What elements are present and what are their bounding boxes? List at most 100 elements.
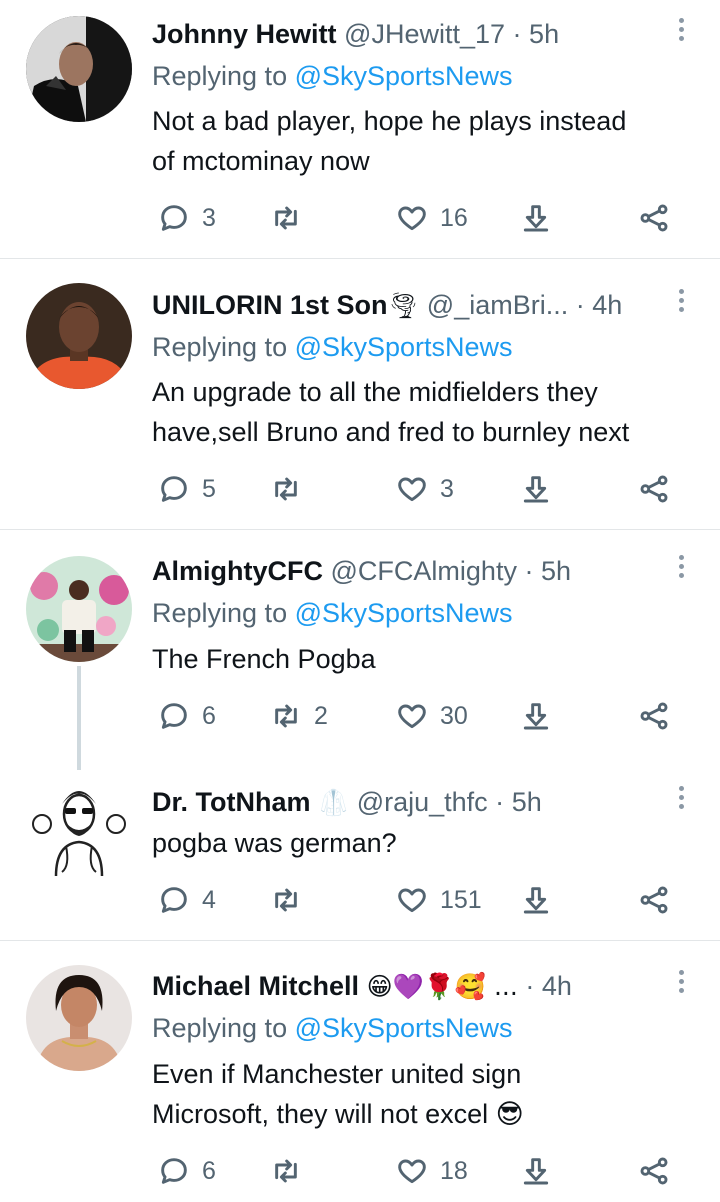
like-icon — [398, 888, 426, 913]
download-button[interactable] — [520, 198, 552, 238]
more-icon[interactable] — [678, 555, 686, 582]
tweet-text: Even if Manchester united sign Microsoft… — [152, 1054, 697, 1134]
like-button[interactable]: 3 — [396, 469, 454, 509]
replying-to: Replying to @SkySportsNews — [152, 56, 513, 96]
display-name[interactable]: Dr. TotNham — [152, 787, 311, 817]
tweet[interactable]: Dr. TotNham 🥼 @raju_thfc · 5h pogba was … — [0, 770, 720, 940]
retweet-count: 2 — [314, 701, 328, 730]
tweet-text: Not a bad player, hope he plays instead … — [152, 101, 697, 181]
retweet-button[interactable] — [270, 469, 314, 509]
retweet-button[interactable] — [270, 1151, 314, 1191]
replying-to-label: Replying to — [152, 598, 295, 628]
tweet-text-line: Even if Manchester united sign — [152, 1059, 522, 1089]
like-button[interactable]: 16 — [396, 198, 468, 238]
mention-link[interactable]: @SkySportsNews — [295, 332, 513, 362]
more-icon[interactable] — [678, 970, 686, 997]
like-count: 151 — [440, 885, 482, 914]
like-count: 3 — [440, 474, 454, 503]
share-button[interactable] — [638, 1151, 670, 1191]
replying-to: Replying to @SkySportsNews — [152, 1008, 513, 1048]
timestamp[interactable]: 4h — [542, 971, 572, 1001]
download-button[interactable] — [520, 1151, 552, 1191]
download-icon — [523, 1158, 549, 1185]
reply-icon — [161, 887, 187, 913]
like-icon — [398, 1159, 426, 1184]
user-handle[interactable]: @JHewitt_17 — [344, 19, 505, 49]
download-icon — [523, 476, 549, 503]
tweet[interactable]: AlmightyCFC @CFCAlmighty · 5h Replying t… — [0, 530, 720, 770]
more-icon[interactable] — [678, 786, 686, 813]
timestamp[interactable]: 5h — [512, 787, 542, 817]
reply-icon — [161, 476, 187, 502]
tweet-header: Johnny Hewitt @JHewitt_17 · 5h — [152, 14, 670, 54]
reply-button[interactable]: 6 — [158, 1151, 216, 1191]
timestamp[interactable]: 4h — [592, 290, 622, 320]
tweet-actions: 4 151 — [152, 880, 692, 920]
download-button[interactable] — [520, 880, 552, 920]
like-icon — [398, 206, 426, 231]
tweet[interactable]: Michael Mitchell 😁💜🌹🥰 ... · 4h Replying … — [0, 941, 720, 1202]
reply-count: 6 — [202, 1156, 216, 1185]
user-handle[interactable]: @_iamBri... — [427, 290, 568, 320]
avatar[interactable] — [26, 776, 132, 882]
tweet[interactable]: UNILORIN 1st Son🌪 @_iamBri... · 4h Reply… — [0, 259, 720, 529]
share-button[interactable] — [638, 469, 670, 509]
emoji-sequence: 😁💜🌹🥰 ... — [366, 972, 518, 1001]
share-button[interactable] — [638, 880, 670, 920]
mention-link[interactable]: @SkySportsNews — [295, 1013, 513, 1043]
mention-link[interactable]: @SkySportsNews — [295, 61, 513, 91]
download-button[interactable] — [520, 696, 552, 736]
user-handle[interactable]: @raju_thfc — [357, 787, 488, 817]
like-button[interactable]: 151 — [396, 880, 482, 920]
display-name[interactable]: UNILORIN 1st Son — [152, 290, 388, 320]
share-button[interactable] — [638, 696, 670, 736]
reply-count: 6 — [202, 701, 216, 730]
retweet-button[interactable]: 2 — [270, 696, 328, 736]
retweet-icon — [275, 206, 297, 230]
separator-dot: · — [525, 971, 535, 1001]
reply-button[interactable]: 4 — [158, 880, 216, 920]
like-button[interactable]: 18 — [396, 1151, 468, 1191]
avatar[interactable] — [26, 965, 132, 1071]
share-button[interactable] — [638, 198, 670, 238]
reply-icon — [161, 205, 187, 231]
replying-to-label: Replying to — [152, 1013, 295, 1043]
tweet-actions: 6 18 — [152, 1151, 692, 1191]
retweet-button[interactable] — [270, 198, 314, 238]
more-icon[interactable] — [678, 289, 686, 316]
reply-button[interactable]: 6 — [158, 696, 216, 736]
retweet-button[interactable] — [270, 880, 314, 920]
timestamp[interactable]: 5h — [529, 19, 559, 49]
reply-count: 4 — [202, 885, 216, 914]
display-name[interactable]: Michael Mitchell — [152, 971, 359, 1001]
tweet-text-line: Microsoft, they will not excel 😎 — [152, 1099, 524, 1129]
like-button[interactable]: 30 — [396, 696, 468, 736]
reply-button[interactable]: 5 — [158, 469, 216, 509]
reply-button[interactable]: 3 — [158, 198, 216, 238]
tweet-text: An upgrade to all the midfielders they h… — [152, 372, 697, 452]
replying-to: Replying to @SkySportsNews — [152, 593, 513, 633]
avatar[interactable] — [26, 16, 132, 122]
like-count: 18 — [440, 1156, 468, 1185]
timestamp[interactable]: 5h — [541, 556, 571, 586]
download-button[interactable] — [520, 469, 552, 509]
replying-to-label: Replying to — [152, 61, 295, 91]
display-name[interactable]: Johnny Hewitt — [152, 19, 337, 49]
separator-dot: · — [495, 787, 505, 817]
share-icon — [640, 702, 668, 730]
avatar[interactable] — [26, 283, 132, 389]
lab-coat-emoji: 🥼 — [318, 788, 350, 817]
tweet-header: AlmightyCFC @CFCAlmighty · 5h — [152, 551, 670, 591]
separator-dot: · — [575, 290, 585, 320]
tweet-text-line: of mctominay now — [152, 146, 370, 176]
avatar[interactable] — [26, 556, 132, 662]
tweet-text-line: Not a bad player, hope he plays instead — [152, 106, 627, 136]
more-icon[interactable] — [678, 18, 686, 45]
display-name[interactable]: AlmightyCFC — [152, 556, 323, 586]
mention-link[interactable]: @SkySportsNews — [295, 598, 513, 628]
separator-dot: · — [524, 556, 534, 586]
user-handle[interactable]: @CFCAlmighty — [331, 556, 517, 586]
tweet[interactable]: Johnny Hewitt @JHewitt_17 · 5h Replying … — [0, 0, 720, 258]
like-count: 16 — [440, 203, 468, 232]
retweet-icon — [275, 1159, 297, 1183]
